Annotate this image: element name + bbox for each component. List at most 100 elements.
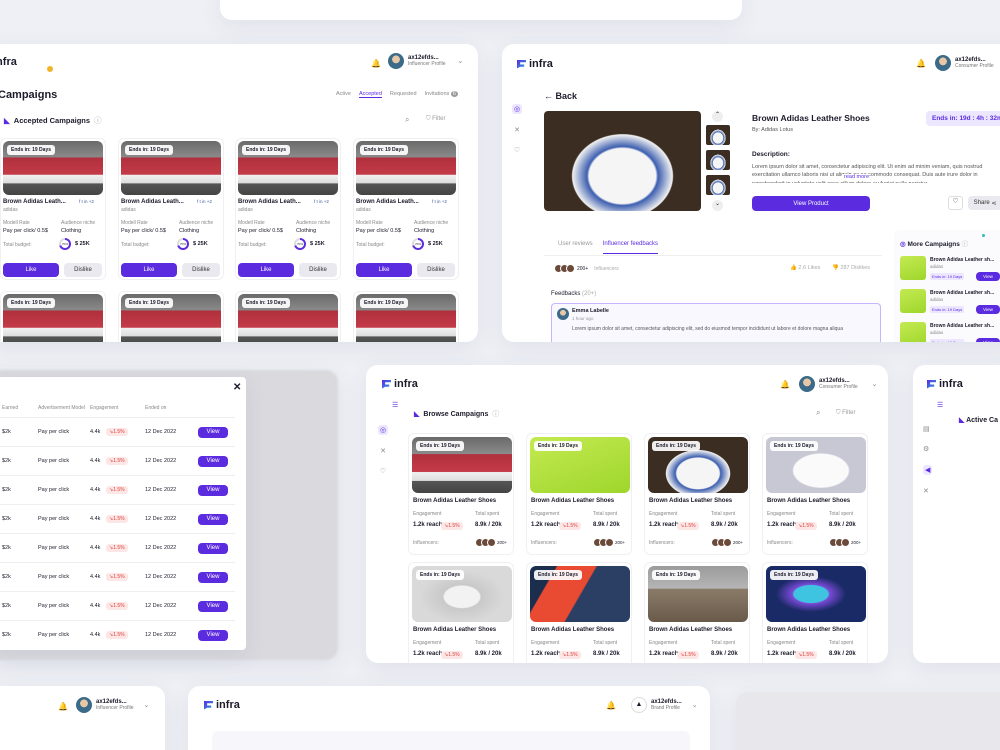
like-button[interactable]: Like	[3, 263, 59, 277]
campaign-card[interactable]: Ends in: 19 Days Brown Adidas Leather Sh…	[526, 433, 632, 555]
view-button[interactable]: View	[198, 542, 228, 554]
tools-icon[interactable]: ✕	[380, 447, 386, 455]
search-icon[interactable]: ⌕	[816, 408, 820, 418]
niche-value: Clothing	[179, 228, 200, 234]
campaign-card[interactable]: Ends in: 19 Days Brown Adidas Leather Sh…	[762, 562, 868, 663]
profile-menu[interactable]: ax12efds... Influencer Profile ⌄	[76, 697, 149, 713]
profile-menu[interactable]: ax12efds... Consumer Profile ⌄	[799, 376, 878, 392]
tab-influencer-feedbacks[interactable]: Influencer feedbacks	[602, 241, 659, 254]
view-button[interactable]: View	[198, 426, 228, 438]
close-icon[interactable]: ✕	[233, 382, 241, 393]
thumbnail[interactable]	[706, 150, 730, 170]
menu-toggle-icon[interactable]: ☰	[392, 401, 398, 409]
tools-icon[interactable]: ✕	[923, 487, 932, 495]
bell-icon[interactable]: 🔔	[606, 701, 616, 710]
campaign-card[interactable]: Ends in: 19 Days Brown Adidas Leath... f…	[0, 138, 106, 280]
model-label: Modell Rate	[238, 220, 265, 226]
chevron-down-icon[interactable]: ⌄	[144, 701, 150, 709]
grid-icon[interactable]: ▤	[923, 425, 932, 433]
view-button[interactable]: View	[198, 455, 228, 467]
filter-button[interactable]: ⛉ Filter	[426, 116, 446, 123]
more-campaign-item[interactable]: Brown Adidas Leather sh... adidas Ends i…	[900, 289, 1000, 317]
campaign-image: Ends in: 19 Days	[530, 566, 630, 622]
like-button[interactable]: Like	[238, 263, 294, 277]
campaign-card[interactable]: Ends in: 19 Days Brown Adidas Leath... f…	[353, 138, 459, 280]
like-button[interactable]: Like	[121, 263, 177, 277]
campaign-image: Ends in: 19 Days	[766, 566, 866, 622]
dislike-button[interactable]: Dislike	[64, 263, 102, 277]
bell-icon[interactable]: 🔔	[371, 59, 381, 68]
earned-cell: $2k	[2, 429, 11, 435]
settings-icon[interactable]: ⚙	[923, 445, 932, 453]
thumbnail[interactable]	[706, 125, 730, 145]
avatar	[723, 538, 732, 547]
campaign-card[interactable]: Ends in: 19 Days Brown Adidas Leather Sh…	[644, 562, 750, 663]
profile-menu[interactable]: ax12efds... Consumer Profile	[935, 55, 994, 71]
compass-icon[interactable]: ◎	[377, 425, 389, 435]
influencer-avatars: 200+	[475, 538, 507, 547]
bell-icon[interactable]: 🔔	[780, 380, 790, 389]
thumb-down-icon[interactable]: ⌄	[712, 200, 723, 211]
tab-user-reviews[interactable]: User reviews	[558, 241, 593, 254]
ends-badge: Ends in: 19 Days	[7, 145, 56, 155]
view-button[interactable]: View	[976, 305, 1000, 314]
campaign-card[interactable]: Ends in: 19 Days Brown Adidas Leath... f…	[235, 138, 341, 280]
campaign-card[interactable]: Ends in: 19 Days	[353, 291, 459, 342]
dislike-button[interactable]: Dislike	[299, 263, 337, 277]
more-campaign-item[interactable]: Brown Adidas Leather sh... adidas Ends i…	[900, 256, 1000, 284]
bell-icon[interactable]: 🔔	[58, 702, 68, 711]
profile-menu[interactable]: ▲ ax12efds... Brand Profile ⌄	[631, 697, 698, 713]
view-button[interactable]: View	[198, 484, 228, 496]
campaign-brand: adidas	[3, 207, 18, 213]
more-campaign-item[interactable]: Brown Adidas Leather sh... adidas Ends i…	[900, 322, 1000, 342]
menu-toggle-icon[interactable]: ☰	[937, 401, 943, 409]
chevron-down-icon[interactable]: ⌄	[458, 57, 464, 65]
campaign-card[interactable]: Ends in: 19 Days Brown Adidas Leather Sh…	[762, 433, 868, 555]
filter-button[interactable]: ⛉ Filter	[836, 410, 856, 417]
view-button[interactable]: View	[198, 600, 228, 612]
like-button[interactable]: ♡	[948, 196, 963, 210]
adidas-logo-icon: ▲	[631, 697, 647, 713]
view-product-button[interactable]: View Product	[752, 196, 870, 211]
dislike-button[interactable]: Dislike	[417, 263, 455, 277]
tab-active[interactable]: Active	[336, 91, 351, 98]
heart-icon[interactable]: ♡	[514, 146, 520, 154]
view-button[interactable]: View	[976, 338, 1000, 342]
tab-accepted[interactable]: Accepted	[358, 91, 382, 98]
search-icon[interactable]: ⌕	[405, 115, 409, 125]
browse-panel: infra 🔔 ax12efds... Consumer Profile ⌄ ☰…	[366, 365, 888, 663]
campaign-card[interactable]: Ends in: 19 Days	[0, 291, 106, 342]
megaphone-icon[interactable]: ◀	[923, 465, 933, 475]
tools-icon[interactable]: ✕	[514, 126, 520, 134]
thumbnail[interactable]	[706, 175, 730, 195]
campaign-card[interactable]: Ends in: 19 Days Brown Adidas Leather Sh…	[644, 433, 750, 555]
view-button[interactable]: View	[198, 629, 228, 641]
view-button[interactable]: View	[976, 272, 1000, 281]
campaign-card[interactable]: Ends in: 19 Days Brown Adidas Leather Sh…	[408, 562, 514, 663]
campaign-card[interactable]: Ends in: 19 Days Brown Adidas Leather Sh…	[526, 562, 632, 663]
campaign-card[interactable]: Ends in: 19 Days	[118, 291, 224, 342]
tab-invitations[interactable]: Invitations 6	[425, 91, 458, 98]
share-button[interactable]: Share ⋖	[968, 196, 1000, 210]
chevron-down-icon[interactable]: ⌄	[872, 380, 878, 388]
ends-badge: Ends in: 19 Days	[770, 570, 819, 580]
campaign-image: Ends in: 19 Days	[3, 294, 103, 342]
view-button[interactable]: View	[198, 571, 228, 583]
read-more-link[interactable]: read more	[842, 174, 870, 180]
ends-badge: Ends in: 19 Days	[652, 441, 701, 451]
bell-icon[interactable]: 🔔	[916, 59, 926, 68]
back-link[interactable]: ← Back	[544, 91, 577, 101]
heart-icon[interactable]: ♡	[380, 467, 386, 475]
campaign-card[interactable]: Ends in: 19 Days Brown Adidas Leath... f…	[118, 138, 224, 280]
like-button[interactable]: Like	[356, 263, 412, 277]
campaign-card[interactable]: Ends in: 19 Days Brown Adidas Leather Sh…	[408, 433, 514, 555]
ends-badge: Ends in: 19 Days	[360, 298, 409, 308]
campaign-card[interactable]: Ends in: 19 Days	[235, 291, 341, 342]
view-button[interactable]: View	[198, 513, 228, 525]
profile-menu[interactable]: ax12efds... Influencer Profile ⌄	[388, 53, 463, 69]
compass-icon[interactable]: ◎	[511, 104, 523, 114]
tab-requested[interactable]: Requested	[390, 91, 417, 98]
dislike-button[interactable]: Dislike	[182, 263, 220, 277]
thumb-up-icon[interactable]: ⌃	[712, 111, 723, 122]
chevron-down-icon[interactable]: ⌄	[692, 701, 698, 709]
